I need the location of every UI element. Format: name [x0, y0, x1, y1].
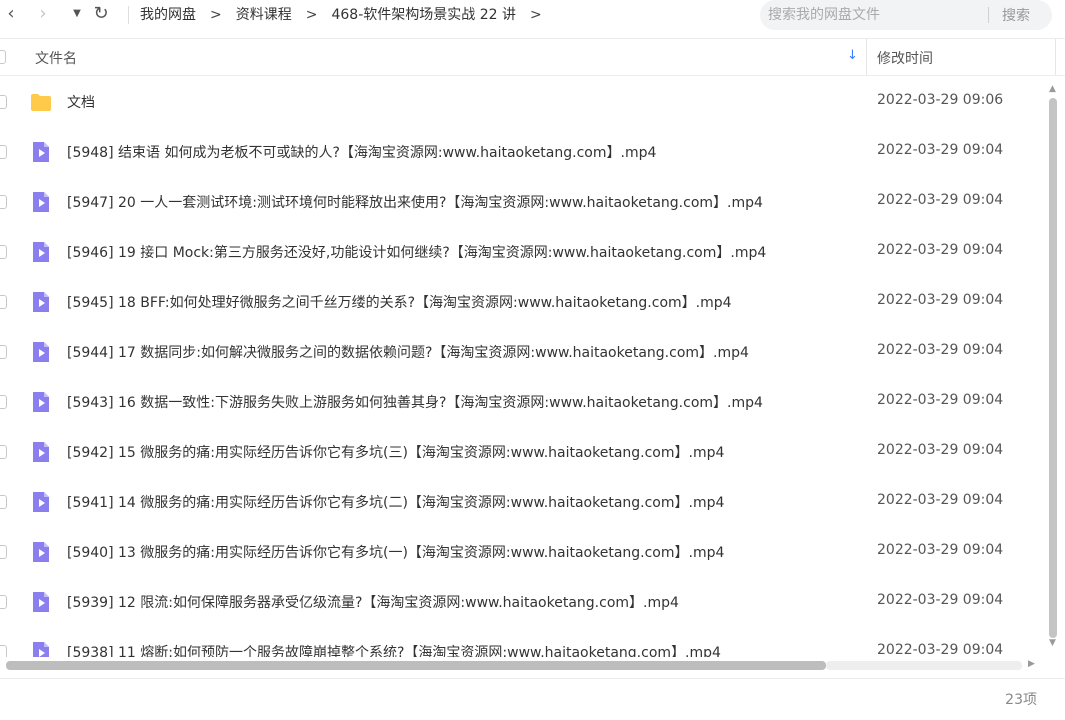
file-list: 文档 2022-03-29 09:06 [5948] 结束语 如何成为老板不可或缺的… [0, 77, 1045, 657]
file-row[interactable]: [5940] 13 微服务的痛:用实际经历告诉你它有多坑(一)【海淘宝资源网:w… [0, 527, 1045, 577]
column-header-modified-time[interactable]: 修改时间 [877, 48, 933, 68]
file-name[interactable]: [5942] 15 微服务的痛:用实际经历告诉你它有多坑(三)【海淘宝资源网:w… [67, 442, 724, 462]
select-all-checkbox[interactable] [0, 50, 6, 64]
file-name[interactable]: [5939] 12 限流:如何保障服务器承受亿级流量?【海淘宝资源网:www.h… [67, 592, 679, 612]
row-checkbox[interactable] [0, 145, 7, 159]
file-row[interactable]: [5943] 16 数据一致性:下游服务失败上游服务如何独善其身?【海淘宝资源网… [0, 377, 1045, 427]
file-row[interactable]: [5942] 15 微服务的痛:用实际经历告诉你它有多坑(三)【海淘宝资源网:w… [0, 427, 1045, 477]
file-row[interactable]: [5946] 19 接口 Mock:第三方服务还没好,功能设计如何继续?【海淘宝… [0, 227, 1045, 277]
back-arrow-icon[interactable]: ‹ [0, 3, 22, 25]
modified-time: 2022-03-29 09:04 [877, 142, 1004, 158]
file-row[interactable]: [5944] 17 数据同步:如何解决微服务之间的数据依赖问题?【海淘宝资源网:… [0, 327, 1045, 377]
dropdown-caret-icon[interactable]: ▼ [66, 3, 88, 25]
row-checkbox[interactable] [0, 295, 7, 309]
vertical-scrollbar[interactable]: ▲ ▼ [1045, 82, 1061, 654]
row-checkbox[interactable] [0, 595, 7, 609]
status-bar: 23项 [0, 678, 1065, 720]
row-checkbox[interactable] [0, 645, 7, 657]
file-name[interactable]: [5947] 20 一人一套测试环境:测试环境何时能释放出来使用?【海淘宝资源网… [67, 192, 763, 212]
file-name[interactable]: [5945] 18 BFF:如何处理好微服务之间千丝万缕的关系?【海淘宝资源网:… [67, 292, 732, 312]
file-row[interactable]: [5948] 结束语 如何成为老板不可或缺的人?【海淘宝资源网:www.hait… [0, 127, 1045, 177]
scroll-up-icon[interactable]: ▲ [1049, 84, 1056, 94]
column-divider[interactable] [1055, 39, 1056, 75]
file-name[interactable]: [5941] 14 微服务的痛:用实际经历告诉你它有多坑(二)【海淘宝资源网:w… [67, 492, 724, 512]
video-file-icon [33, 142, 49, 162]
file-name[interactable]: [5944] 17 数据同步:如何解决微服务之间的数据依赖问题?【海淘宝资源网:… [67, 342, 749, 362]
search-input[interactable] [768, 6, 978, 24]
horizontal-scrollbar-thumb[interactable] [6, 661, 826, 670]
video-file-icon [33, 492, 49, 512]
item-count: 23项 [1005, 692, 1037, 708]
file-row[interactable]: [5938] 11 熔断:如何预防一个服务故障崩掉整个系统?【海淘宝资源网:ww… [0, 627, 1045, 657]
modified-time: 2022-03-29 09:04 [877, 492, 1004, 508]
vertical-scrollbar-thumb[interactable] [1049, 98, 1057, 638]
modified-time: 2022-03-29 09:04 [877, 442, 1004, 458]
file-name[interactable]: [5938] 11 熔断:如何预防一个服务故障崩掉整个系统?【海淘宝资源网:ww… [67, 642, 721, 657]
forward-arrow-icon[interactable]: › [32, 3, 54, 25]
file-row[interactable]: [5939] 12 限流:如何保障服务器承受亿级流量?【海淘宝资源网:www.h… [0, 577, 1045, 627]
row-checkbox[interactable] [0, 395, 7, 409]
row-checkbox[interactable] [0, 195, 7, 209]
modified-time: 2022-03-29 09:04 [877, 642, 1004, 657]
modified-time: 2022-03-29 09:04 [877, 242, 1004, 258]
search-box: 搜索 [760, 0, 1052, 30]
video-file-icon [33, 292, 49, 312]
video-file-icon [33, 592, 49, 612]
video-file-icon [33, 192, 49, 212]
breadcrumb-item-root[interactable]: 我的网盘 [140, 1, 196, 29]
file-name[interactable]: [5946] 19 接口 Mock:第三方服务还没好,功能设计如何继续?【海淘宝… [67, 242, 766, 262]
scroll-down-icon[interactable]: ▼ [1049, 638, 1056, 648]
column-header-name[interactable]: 文件名 [35, 48, 77, 68]
breadcrumb-separator: > [210, 7, 222, 23]
video-file-icon [33, 342, 49, 362]
file-name[interactable]: 文档 [67, 92, 95, 112]
search-divider [988, 7, 989, 23]
breadcrumb-separator[interactable]: > [530, 1, 542, 29]
modified-time: 2022-03-29 09:04 [877, 292, 1004, 308]
breadcrumb-item-current[interactable]: 468-软件架构场景实战 22 讲 [331, 1, 516, 29]
breadcrumb-item-courses[interactable]: 资料课程 [236, 1, 292, 29]
file-row[interactable]: [5945] 18 BFF:如何处理好微服务之间千丝万缕的关系?【海淘宝资源网:… [0, 277, 1045, 327]
modified-time: 2022-03-29 09:04 [877, 342, 1004, 358]
breadcrumb: 我的网盘 > 资料课程 > 468-软件架构场景实战 22 讲 > [140, 0, 556, 30]
row-checkbox[interactable] [0, 495, 7, 509]
modified-time: 2022-03-29 09:04 [877, 392, 1004, 408]
file-name[interactable]: [5948] 结束语 如何成为老板不可或缺的人?【海淘宝资源网:www.hait… [67, 142, 656, 162]
file-name[interactable]: [5943] 16 数据一致性:下游服务失败上游服务如何独善其身?【海淘宝资源网… [67, 392, 763, 412]
toolbar: ‹ › ▼ ↻ 我的网盘 > 资料课程 > 468-软件架构场景实战 22 讲 … [0, 0, 1065, 30]
sort-down-arrow-icon[interactable]: ↓ [847, 48, 858, 63]
video-file-icon [33, 542, 49, 562]
modified-time: 2022-03-29 09:06 [877, 92, 1004, 108]
video-file-icon [33, 442, 49, 462]
toolbar-divider [128, 6, 129, 24]
scroll-right-icon[interactable]: ▶ [1028, 659, 1035, 669]
row-checkbox[interactable] [0, 545, 7, 559]
file-name[interactable]: [5940] 13 微服务的痛:用实际经历告诉你它有多坑(一)【海淘宝资源网:w… [67, 542, 724, 562]
folder-icon [31, 94, 51, 111]
video-file-icon [33, 242, 49, 262]
row-checkbox[interactable] [0, 345, 7, 359]
modified-time: 2022-03-29 09:04 [877, 192, 1004, 208]
file-row[interactable]: [5947] 20 一人一套测试环境:测试环境何时能释放出来使用?【海淘宝资源网… [0, 177, 1045, 227]
row-checkbox[interactable] [0, 445, 7, 459]
row-checkbox[interactable] [0, 95, 7, 109]
row-checkbox[interactable] [0, 245, 7, 259]
refresh-icon[interactable]: ↻ [90, 3, 112, 25]
column-divider[interactable] [866, 39, 867, 75]
horizontal-scrollbar[interactable]: ▶ [0, 658, 1045, 674]
list-header: 文件名 ↓ 修改时间 [0, 38, 1065, 76]
horizontal-scrollbar-track[interactable] [826, 661, 1022, 670]
video-file-icon [33, 392, 49, 412]
modified-time: 2022-03-29 09:04 [877, 592, 1004, 608]
breadcrumb-separator: > [305, 7, 318, 23]
modified-time: 2022-03-29 09:04 [877, 542, 1004, 558]
video-file-icon [33, 642, 49, 657]
file-row[interactable]: [5941] 14 微服务的痛:用实际经历告诉你它有多坑(二)【海淘宝资源网:w… [0, 477, 1045, 527]
search-button[interactable]: 搜索 [1002, 5, 1030, 25]
file-row[interactable]: 文档 2022-03-29 09:06 [0, 77, 1045, 127]
